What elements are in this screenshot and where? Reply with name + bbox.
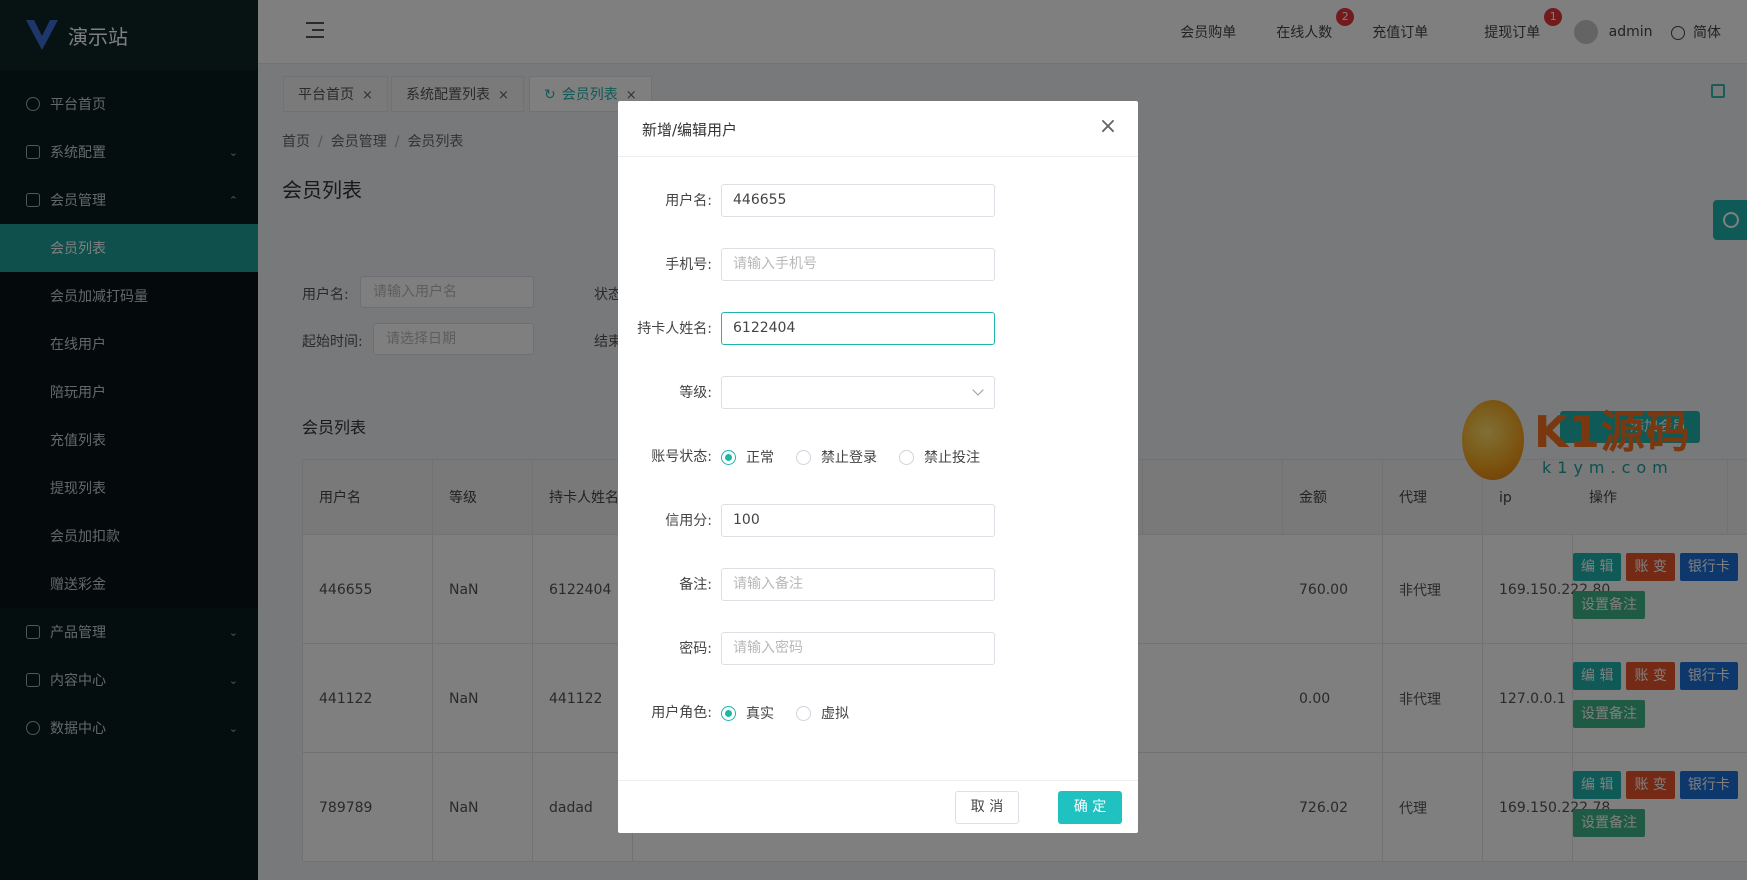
user-edit-modal: 新增/编辑用户 × 用户名: 446655 手机号: 请输入手机号 持卡人姓名:… <box>618 101 1138 833</box>
chevron-down-icon <box>972 384 984 396</box>
modal-title: 新增/编辑用户 <box>642 121 738 139</box>
close-icon[interactable]: × <box>1098 116 1118 138</box>
form-row-phone: 手机号: 请输入手机号 <box>618 248 1138 282</box>
form-row-username: 用户名: 446655 <box>618 184 1138 218</box>
radio-dot <box>899 449 914 465</box>
status-label: 账号状态: <box>651 449 712 465</box>
password-input[interactable]: 请输入密码 <box>721 632 995 665</box>
radio-label: 正常 <box>746 450 774 466</box>
role-radio-real[interactable]: 真实 <box>721 703 774 723</box>
form-row-credit: 信用分: 100 <box>618 504 1138 538</box>
level-label: 等级: <box>679 385 712 401</box>
radio-label: 虚拟 <box>821 706 849 722</box>
radio-label: 禁止投注 <box>924 450 980 466</box>
form-row-status: 账号状态: 正常 禁止登录 禁止投注 <box>618 440 1138 474</box>
credit-label: 信用分: <box>665 513 712 529</box>
username-label: 用户名: <box>665 193 712 209</box>
confirm-button[interactable]: 确 定 <box>1058 791 1122 824</box>
phone-input[interactable]: 请输入手机号 <box>721 248 995 281</box>
radio-dot <box>721 449 736 465</box>
password-label: 密码: <box>679 641 712 657</box>
radio-label: 真实 <box>746 706 774 722</box>
radio-dot <box>796 449 811 465</box>
role-radio-virtual[interactable]: 虚拟 <box>796 703 849 723</box>
role-label: 用户角色: <box>651 705 712 721</box>
form-row-level: 等级: <box>618 376 1138 410</box>
radio-dot <box>721 705 736 721</box>
phone-label: 手机号: <box>665 257 712 273</box>
cancel-button[interactable]: 取 消 <box>955 791 1019 824</box>
note-input[interactable]: 请输入备注 <box>721 568 995 601</box>
modal-footer: 取 消 确 定 <box>618 780 1138 833</box>
level-select[interactable] <box>721 376 995 409</box>
form-row-note: 备注: 请输入备注 <box>618 568 1138 602</box>
radio-label: 禁止登录 <box>821 450 877 466</box>
status-radio-normal[interactable]: 正常 <box>721 447 774 467</box>
modal-header: 新增/编辑用户 × <box>618 101 1138 157</box>
form-row-role: 用户角色: 真实 虚拟 <box>618 696 1138 730</box>
form-row-password: 密码: 请输入密码 <box>618 632 1138 666</box>
radio-dot <box>796 705 811 721</box>
holder-label: 持卡人姓名: <box>637 321 712 337</box>
form-row-holder: 持卡人姓名: 6122404 <box>618 312 1138 346</box>
status-radio-group: 正常 禁止登录 禁止投注 <box>721 440 1002 474</box>
credit-input[interactable]: 100 <box>721 504 995 537</box>
status-radio-no-login[interactable]: 禁止登录 <box>796 447 877 467</box>
note-label: 备注: <box>679 577 712 593</box>
username-input[interactable]: 446655 <box>721 184 995 217</box>
holder-input[interactable]: 6122404 <box>721 312 995 345</box>
role-radio-group: 真实 虚拟 <box>721 696 871 730</box>
status-radio-no-bet[interactable]: 禁止投注 <box>899 447 980 467</box>
